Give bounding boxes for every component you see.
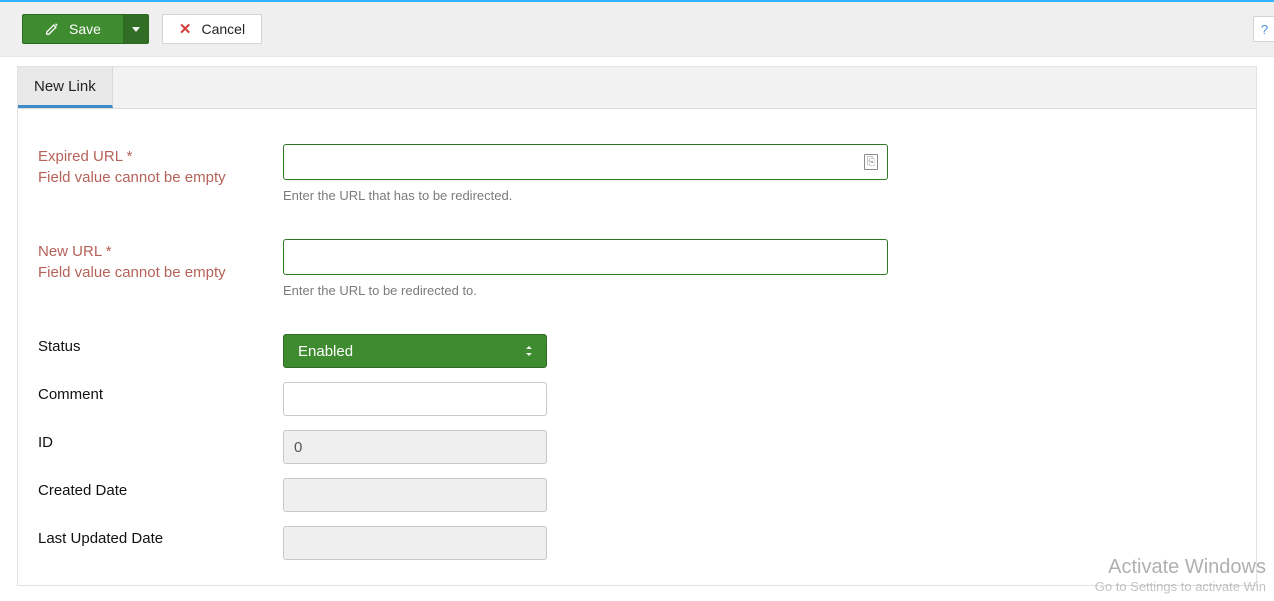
error-text: Field value cannot be empty	[38, 169, 283, 186]
input-wrap	[283, 239, 888, 275]
select-value: Enabled	[298, 343, 353, 360]
select-arrows-icon	[524, 344, 534, 358]
tab-new-link[interactable]: New Link	[18, 67, 113, 108]
error-text: Field value cannot be empty	[38, 264, 283, 281]
comment-input[interactable]	[283, 382, 547, 416]
main-panel: New Link Expired URL * Field value canno…	[17, 66, 1257, 586]
label-text: Status	[38, 338, 81, 355]
row-status: Status Enabled	[38, 327, 1236, 375]
tab-bar: New Link	[18, 67, 1256, 109]
caret-down-icon	[132, 27, 140, 32]
label-text: ID	[38, 434, 53, 451]
save-button-label: Save	[69, 21, 101, 37]
help-icon: ?	[1261, 22, 1268, 37]
label-status: Status	[38, 334, 283, 355]
label-updated: Last Updated Date	[38, 526, 283, 547]
status-select[interactable]: Enabled	[283, 334, 547, 368]
row-id: ID	[38, 423, 1236, 471]
cancel-button[interactable]: ✕ Cancel	[162, 14, 262, 44]
save-dropdown-toggle[interactable]	[123, 14, 149, 44]
row-comment: Comment	[38, 375, 1236, 423]
control-id	[283, 430, 547, 464]
label-id: ID	[38, 430, 283, 451]
close-icon: ✕	[179, 22, 192, 37]
label-comment: Comment	[38, 382, 283, 403]
toolbar: Save ✕ Cancel ?	[0, 2, 1274, 57]
save-button[interactable]: Save	[22, 14, 123, 44]
spacer	[38, 210, 1236, 232]
save-button-group: Save	[22, 14, 149, 44]
edit-icon	[45, 22, 59, 36]
spacer	[38, 305, 1236, 327]
helper-text: Enter the URL that has to be redirected.	[283, 188, 888, 203]
cancel-button-label: Cancel	[202, 21, 246, 37]
row-updated: Last Updated Date	[38, 519, 1236, 567]
control-expired-url: ⎘ Enter the URL that has to be redirecte…	[283, 144, 888, 203]
label-new-url: New URL * Field value cannot be empty	[38, 239, 283, 281]
created-date-input	[283, 478, 547, 512]
label-text: Comment	[38, 386, 103, 403]
input-wrap: ⎘	[283, 144, 888, 180]
new-url-input[interactable]	[283, 239, 888, 275]
row-new-url: New URL * Field value cannot be empty En…	[38, 232, 1236, 305]
label-expired-url: Expired URL * Field value cannot be empt…	[38, 144, 283, 186]
id-input	[283, 430, 547, 464]
help-button[interactable]: ?	[1253, 16, 1274, 42]
control-updated	[283, 526, 547, 560]
label-text: New URL *	[38, 243, 112, 260]
label-text: Created Date	[38, 482, 127, 499]
control-status: Enabled	[283, 334, 547, 368]
label-created: Created Date	[38, 478, 283, 499]
control-comment	[283, 382, 547, 416]
label-text: Last Updated Date	[38, 530, 163, 547]
row-expired-url: Expired URL * Field value cannot be empt…	[38, 137, 1236, 210]
expired-url-input[interactable]	[283, 144, 888, 180]
control-created	[283, 478, 547, 512]
label-text: Expired URL *	[38, 148, 132, 165]
row-created: Created Date	[38, 471, 1236, 519]
form: Expired URL * Field value cannot be empt…	[18, 109, 1256, 595]
updated-date-input	[283, 526, 547, 560]
helper-text: Enter the URL to be redirected to.	[283, 283, 888, 298]
control-new-url: Enter the URL to be redirected to.	[283, 239, 888, 298]
tab-label: New Link	[34, 78, 96, 95]
